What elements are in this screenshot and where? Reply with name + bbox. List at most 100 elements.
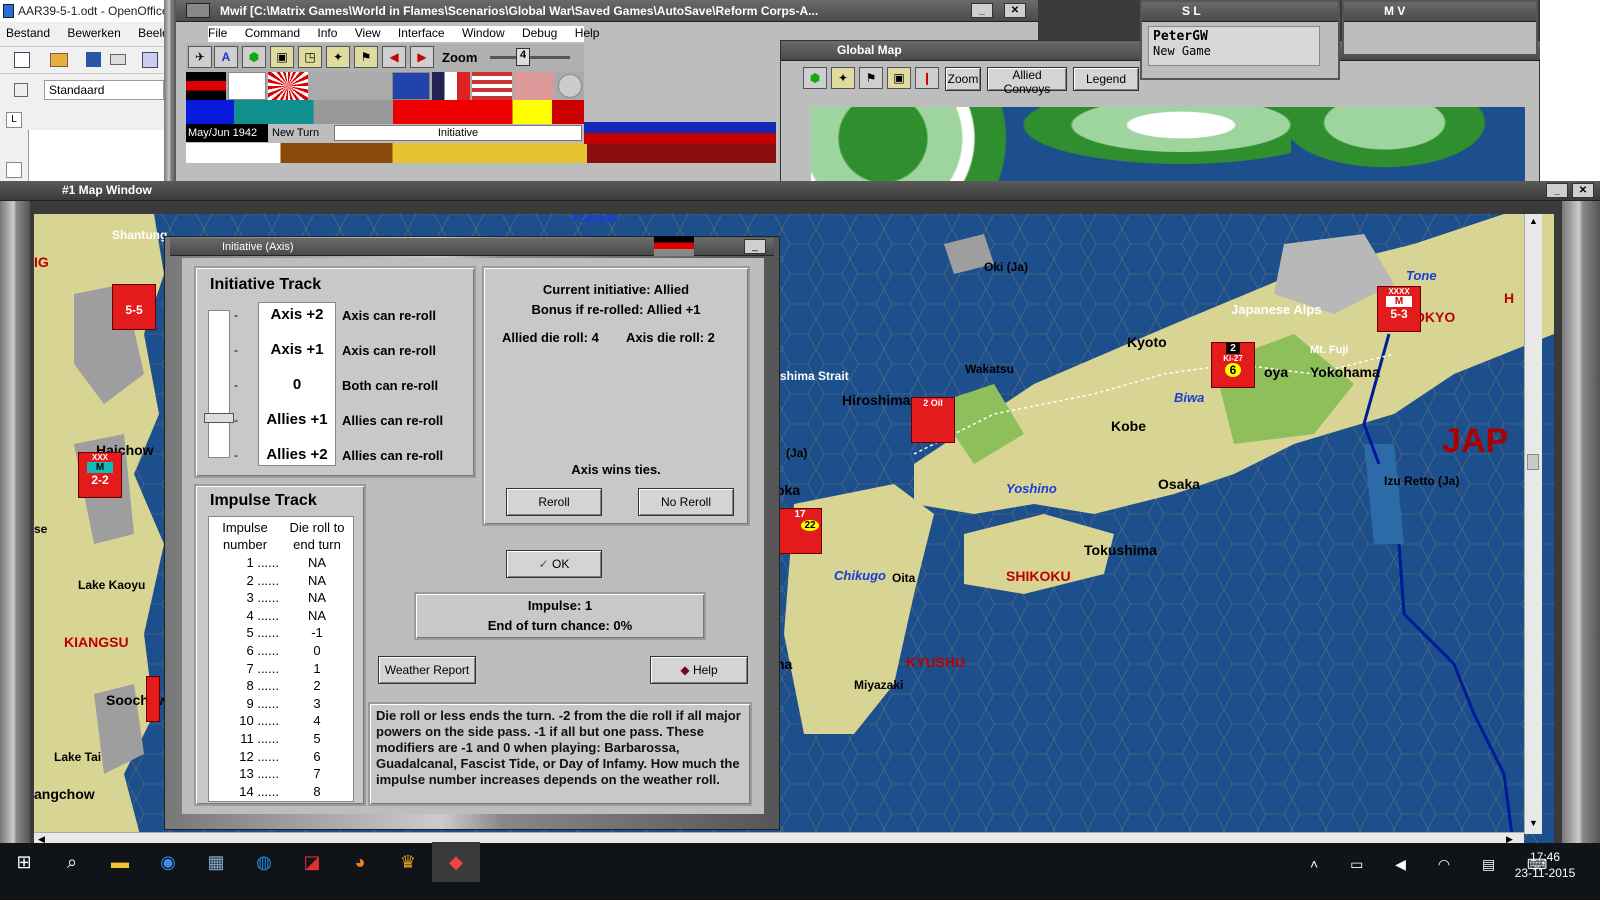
- japan-flag-icon[interactable]: [228, 72, 266, 100]
- player-sl-titlebar[interactable]: S L: [1142, 2, 1338, 22]
- unit-nagoya-air[interactable]: 2 Ki-27 6: [1211, 342, 1255, 388]
- open-folder-icon[interactable]: [50, 53, 68, 67]
- start-button[interactable]: ⊞: [0, 842, 48, 882]
- dialog-titlebar[interactable]: Initiative (Axis) _: [170, 236, 774, 256]
- menu-command[interactable]: Command: [245, 26, 300, 40]
- weather-report-button[interactable]: Weather Report: [378, 656, 476, 684]
- menu-interface[interactable]: Interface: [398, 26, 445, 40]
- japan-rays-icon[interactable]: [268, 72, 308, 100]
- impulse-row-number: 14 ......: [239, 783, 279, 799]
- hex-green-icon[interactable]: ⬢: [242, 46, 266, 68]
- map-vscroll[interactable]: ▲ ▼: [1524, 214, 1542, 834]
- unit-shantung[interactable]: 5-5: [112, 284, 156, 330]
- writer-menu-bewerken[interactable]: Bewerken: [67, 26, 120, 40]
- mwif-task-icon[interactable]: ◆: [432, 842, 480, 882]
- gm-hq-icon[interactable]: ▣: [887, 67, 911, 89]
- app-icon[interactable]: ▦: [192, 842, 240, 882]
- menu-info[interactable]: Info: [317, 26, 337, 40]
- end-turn-chance: End of turn chance: 0%: [487, 618, 633, 633]
- search-icon[interactable]: ⌕: [48, 842, 96, 882]
- uk-flag-icon[interactable]: [392, 72, 430, 100]
- impulse-row: 11 ...... 5: [209, 731, 355, 748]
- unit-kyushu-air[interactable]: 17 22: [778, 508, 822, 554]
- unit-oil-top: 2 Oil: [923, 398, 943, 408]
- dialog-min-button[interactable]: _: [744, 239, 766, 254]
- label-oita: Oita: [892, 571, 916, 585]
- vscroll-down-icon[interactable]: ▼: [1529, 818, 1538, 828]
- gm-lamp-icon[interactable]: ✦: [831, 67, 855, 89]
- writer-style-box[interactable]: Standaard: [44, 80, 164, 100]
- initiative-field[interactable]: Initiative: [334, 125, 582, 141]
- mwif-titlebar[interactable]: Mwif [C:\Matrix Games\World in Flames\Sc…: [176, 0, 1038, 22]
- label-shantung: Shantung: [112, 228, 168, 242]
- edit-icon[interactable]: [142, 52, 158, 68]
- help-button[interactable]: ◆ Help: [650, 656, 748, 684]
- arrow-right-icon[interactable]: ▶: [410, 46, 434, 68]
- new-doc-icon[interactable]: [14, 52, 30, 68]
- usa-flag-icon[interactable]: [472, 72, 512, 100]
- map-window-titlebar[interactable]: #1 Map Window _ ✕: [0, 181, 1600, 201]
- lamp-icon[interactable]: ✦: [326, 46, 350, 68]
- impulse-row-number: 5 ......: [246, 625, 279, 641]
- map-close-button[interactable]: ✕: [1572, 183, 1594, 198]
- map-minimize-button[interactable]: _: [1546, 183, 1568, 198]
- gm-zoom-button[interactable]: Zoom: [945, 67, 981, 91]
- init-desc-axis2: Axis can re-roll: [342, 308, 436, 323]
- writer-doc-icon: [3, 4, 14, 18]
- gm-flag-icon[interactable]: ⚑: [859, 67, 883, 89]
- globe-icon[interactable]: ◍: [240, 842, 288, 882]
- arrow-left-icon[interactable]: ◀: [382, 46, 406, 68]
- ok-button[interactable]: ✓ OK: [506, 550, 602, 578]
- writer-menu-bestand[interactable]: Bestand: [6, 26, 50, 40]
- browser-icon[interactable]: ◉: [144, 842, 192, 882]
- flag-icon[interactable]: ⚑: [354, 46, 378, 68]
- gm-hex-icon[interactable]: ⬢: [803, 67, 827, 89]
- player-mv-titlebar[interactable]: M V: [1344, 2, 1536, 22]
- france-flag-icon[interactable]: [432, 72, 470, 100]
- impulse-row-value: -1: [311, 625, 323, 641]
- gm-pen-icon[interactable]: ❙: [915, 67, 939, 89]
- pdf-icon[interactable]: ◪: [288, 842, 336, 882]
- hq-icon[interactable]: ▣: [270, 46, 294, 68]
- neutral-icon[interactable]: [558, 74, 582, 98]
- allied-convoys-button[interactable]: Allied Convoys: [987, 67, 1067, 96]
- description-panel: Die roll or less ends the turn. -2 from …: [368, 702, 752, 806]
- writer-page-area: [28, 130, 170, 185]
- no-reroll-button[interactable]: No Reroll: [638, 488, 734, 516]
- zoom-thumb[interactable]: 4: [516, 48, 530, 66]
- unit-soochow-edge[interactable]: [146, 676, 160, 722]
- germany-flag-icon[interactable]: [186, 72, 226, 100]
- flag-corner-icon[interactable]: ◳: [298, 46, 322, 68]
- legend-button[interactable]: Legend: [1073, 67, 1139, 91]
- menu-file[interactable]: File: [208, 26, 227, 40]
- writer-ruler-tab[interactable]: L: [6, 112, 22, 128]
- vscroll-up-icon[interactable]: ▲: [1529, 216, 1538, 226]
- explorer-icon[interactable]: ▬: [96, 842, 144, 882]
- unit-hiroshima-oil[interactable]: 2 Oil: [911, 397, 955, 443]
- menu-debug[interactable]: Debug: [522, 26, 557, 40]
- vscroll-thumb[interactable]: [1527, 454, 1539, 470]
- game-icon[interactable]: ♛: [384, 842, 432, 882]
- font-a-icon[interactable]: A: [214, 46, 238, 68]
- mail-icon[interactable]: [110, 54, 126, 65]
- impulse-row: 2 ...... NA: [209, 573, 355, 590]
- reroll-button[interactable]: Reroll: [506, 488, 602, 516]
- clock[interactable]: 17:46 23-11-2015: [1500, 849, 1590, 881]
- minimize-button[interactable]: _: [971, 3, 993, 18]
- menu-help[interactable]: Help: [575, 26, 600, 40]
- unit-tokyo-army[interactable]: XXXX M 5-3: [1377, 286, 1421, 332]
- flag-strip: [186, 72, 584, 100]
- impulse-row: 12 ...... 6: [209, 749, 355, 766]
- styles-icon[interactable]: [14, 83, 28, 97]
- plane-icon[interactable]: ✈: [188, 46, 212, 68]
- initiative-status-panel: Current initiative: Allied Bonus if re-r…: [482, 266, 750, 526]
- menu-window[interactable]: Window: [462, 26, 505, 40]
- firefox-icon[interactable]: ◕: [336, 842, 384, 882]
- close-button[interactable]: ✕: [1004, 3, 1026, 18]
- global-map-canvas[interactable]: [811, 107, 1525, 185]
- unit-haichow[interactable]: XXX M 2-2: [78, 452, 122, 498]
- zoom-slider[interactable]: 4: [490, 48, 570, 66]
- menu-view[interactable]: View: [355, 26, 381, 40]
- china-flag-icon[interactable]: [514, 72, 554, 100]
- save-icon[interactable]: [86, 52, 101, 67]
